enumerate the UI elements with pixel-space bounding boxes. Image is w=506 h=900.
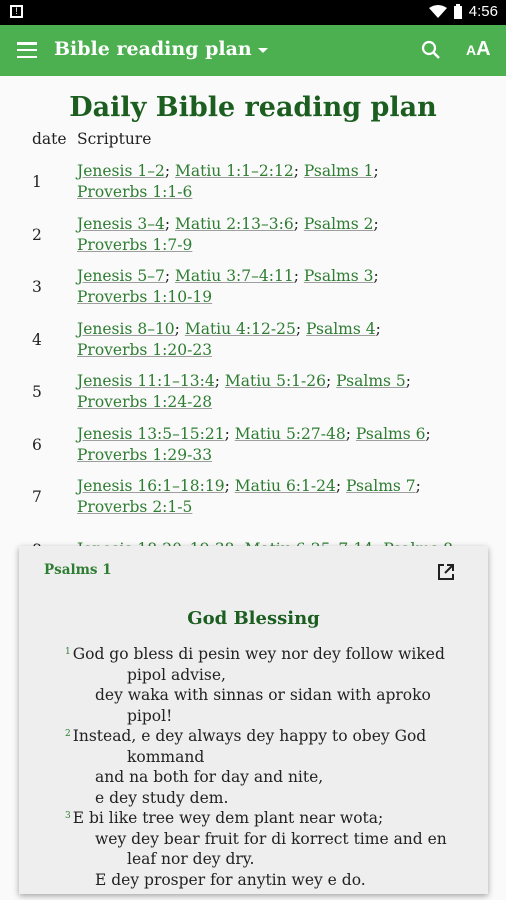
popup-reference: Psalms 1 xyxy=(44,562,112,578)
verse-number: 2 xyxy=(65,729,71,739)
verse-text: dey waka with sinnas or sidan with aprok… xyxy=(95,686,431,704)
column-header-scripture: Scripture xyxy=(77,130,152,148)
table-row: 3 Jenesis 5–7; Matiu 3:7–4:11; Psalms 3; P… xyxy=(27,261,481,314)
verse-line: kommand xyxy=(65,747,475,768)
scripture-link[interactable]: Matiu 5:1-26 xyxy=(225,372,326,390)
verse-line: 1 God go bless di pesin wey nor dey follo… xyxy=(65,644,475,665)
status-time: 4:56 xyxy=(468,3,498,20)
scripture-link[interactable]: Jenesis 8–10 xyxy=(77,320,175,338)
scripture-link[interactable]: Psalms 7 xyxy=(346,477,416,495)
scripture-link[interactable]: Proverbs 1:10-19 xyxy=(77,288,212,306)
scripture-link[interactable]: Proverbs 1:24-28 xyxy=(77,393,212,411)
verse-text: pipol advise, xyxy=(127,665,226,684)
scripture-link[interactable]: Jenesis 13:5–15:21 xyxy=(77,425,225,443)
scripture-link[interactable]: Jenesis 1–2 xyxy=(77,162,165,180)
scripture-link[interactable]: Jenesis 5–7 xyxy=(77,267,165,285)
table-row: 2 Jenesis 3–4; Matiu 2:13–3:6; Psalms 2; P… xyxy=(27,209,481,262)
verse-line: wey dey bear fruit for di korrect time a… xyxy=(65,829,475,850)
table-row: 4 Jenesis 8–10; Matiu 4:12-25; Psalms 4; P… xyxy=(27,314,481,367)
scripture-link[interactable]: Psalms 4 xyxy=(306,320,376,338)
page-title: Daily Bible reading plan xyxy=(69,92,437,123)
table-row: 1 Jenesis 1–2; Matiu 1:1–2:12; Psalms 1; P… xyxy=(27,156,481,209)
app-title: Bible reading plan xyxy=(54,38,252,60)
scripture-refs: Jenesis 1–2; Matiu 1:1–2:12; Psalms 1; Pr… xyxy=(77,162,379,202)
verse-line: dey waka with sinnas or sidan with aprok… xyxy=(65,685,475,706)
search-icon[interactable] xyxy=(421,40,441,60)
scripture-link[interactable]: Proverbs 2:1-5 xyxy=(77,498,192,516)
scripture-refs: Jenesis 5–7; Matiu 3:7–4:11; Psalms 3; Pr… xyxy=(77,267,379,307)
scripture-refs: Jenesis 13:5–15:21; Matiu 5:27-48; Psalm… xyxy=(77,424,431,464)
scripture-refs: Jenesis 16:1–18:19; Matiu 6:1-24; Psalms… xyxy=(77,477,421,517)
scripture-link[interactable]: Psalms 2 xyxy=(304,215,374,233)
text-size-icon[interactable]: AA xyxy=(466,38,491,61)
day-number: 3 xyxy=(32,278,42,297)
day-number: 2 xyxy=(32,225,42,244)
scripture-link[interactable]: Psalms 5 xyxy=(336,372,406,390)
scripture-link[interactable]: Matiu 5:27-48 xyxy=(235,425,346,443)
passage-heading: God Blessing xyxy=(187,608,320,629)
verse-number: 3 xyxy=(65,811,71,821)
day-number: 6 xyxy=(32,435,42,454)
scripture-link[interactable]: Jenesis 16:1–18:19 xyxy=(77,477,225,495)
verse-text: Instead, e dey always dey happy to obey … xyxy=(72,727,427,745)
wifi-icon xyxy=(428,4,447,18)
scripture-refs: Jenesis 8–10; Matiu 4:12-25; Psalms 4; Pr… xyxy=(77,319,381,359)
verse-line: pipol! xyxy=(65,706,475,727)
verse-line: and na both for day and nite, xyxy=(65,767,475,788)
verse-text: kommand xyxy=(127,747,205,766)
passage-text: 1 God go bless di pesin wey nor dey follo… xyxy=(65,644,475,890)
scripture-link[interactable]: Jenesis 3–4 xyxy=(77,215,165,233)
verse-line: 3E bi like tree wey dem plant near wota; xyxy=(65,808,475,829)
scripture-link[interactable]: Proverbs 1:7-9 xyxy=(77,236,192,254)
scripture-link[interactable]: Matiu 1:1–2:12 xyxy=(175,162,294,180)
scripture-link[interactable]: Matiu 2:13–3:6 xyxy=(175,215,294,233)
dropdown-caret-icon xyxy=(257,48,268,53)
status-bar: ! 4:56 xyxy=(0,0,506,25)
verse-text: God go bless di pesin wey nor dey follow… xyxy=(72,645,445,663)
app-bar: Bible reading plan AA xyxy=(0,25,506,76)
verse-line: e dey study dem. xyxy=(65,788,475,809)
scripture-link[interactable]: Matiu 4:12-25 xyxy=(185,320,296,338)
status-icons: 4:56 xyxy=(428,3,498,20)
day-number: 1 xyxy=(32,173,42,192)
notification-icon: ! xyxy=(10,5,23,18)
scripture-link[interactable]: Proverbs 1:29-33 xyxy=(77,446,212,464)
verse-number: 1 xyxy=(65,647,71,657)
menu-icon[interactable] xyxy=(17,42,37,58)
day-number: 7 xyxy=(32,488,42,507)
scripture-link[interactable]: Jenesis 11:1–13:4 xyxy=(77,372,215,390)
verse-text: and na both for day and nite, xyxy=(95,768,324,786)
scripture-link[interactable]: Psalms 6 xyxy=(356,425,426,443)
scripture-link[interactable]: Proverbs 1:20-23 xyxy=(77,341,212,359)
scripture-link[interactable]: Proverbs 1:1-6 xyxy=(77,183,192,201)
day-number: 5 xyxy=(32,383,42,402)
verse-line: leaf nor dey dry. xyxy=(65,849,475,870)
column-header-date: date xyxy=(32,130,67,148)
verse-line: pipol advise, xyxy=(65,665,475,686)
verse-text: E bi like tree wey dem plant near wota; xyxy=(72,809,384,827)
scripture-link[interactable]: Psalms 3 xyxy=(304,267,374,285)
open-external-icon[interactable] xyxy=(437,563,455,581)
verse-text: E dey prosper for anytin wey e do. xyxy=(95,870,366,889)
scripture-link[interactable]: Matiu 3:7–4:11 xyxy=(175,267,294,285)
passage-popup: Psalms 1 God Blessing 1 God go bless di p… xyxy=(19,546,488,894)
scripture-refs: Jenesis 11:1–13:4; Matiu 5:1-26; Psalms … xyxy=(77,372,412,412)
battery-icon xyxy=(453,3,462,19)
table-row: 6 Jenesis 13:5–15:21; Matiu 5:27-48; Psal… xyxy=(27,419,481,472)
day-number: 4 xyxy=(32,330,42,349)
plan-selector[interactable]: Bible reading plan xyxy=(54,38,268,60)
scripture-link[interactable]: Matiu 6:1-24 xyxy=(235,477,336,495)
reading-plan-table: date Scripture 1 Jenesis 1–2; Matiu 1:1–2… xyxy=(27,130,481,576)
table-row: 5 Jenesis 11:1–13:4; Matiu 5:1-26; Psalms… xyxy=(27,366,481,419)
verse-text: wey dey bear fruit for di korrect time a… xyxy=(95,829,447,848)
scripture-refs: Jenesis 3–4; Matiu 2:13–3:6; Psalms 2; Pr… xyxy=(77,214,379,254)
verse-line: 2 Instead, e dey always dey happy to obey… xyxy=(65,726,475,747)
scripture-link[interactable]: Psalms 1 xyxy=(304,162,374,180)
verse-text: leaf nor dey dry. xyxy=(127,850,255,868)
verse-line: E dey prosper for anytin wey e do. xyxy=(65,870,475,891)
verse-text: e dey study dem. xyxy=(95,788,229,807)
table-row: 7 Jenesis 16:1–18:19; Matiu 6:1-24; Psalm… xyxy=(27,471,481,524)
verse-text: pipol! xyxy=(127,706,173,725)
table-header-row: date Scripture xyxy=(27,130,481,156)
